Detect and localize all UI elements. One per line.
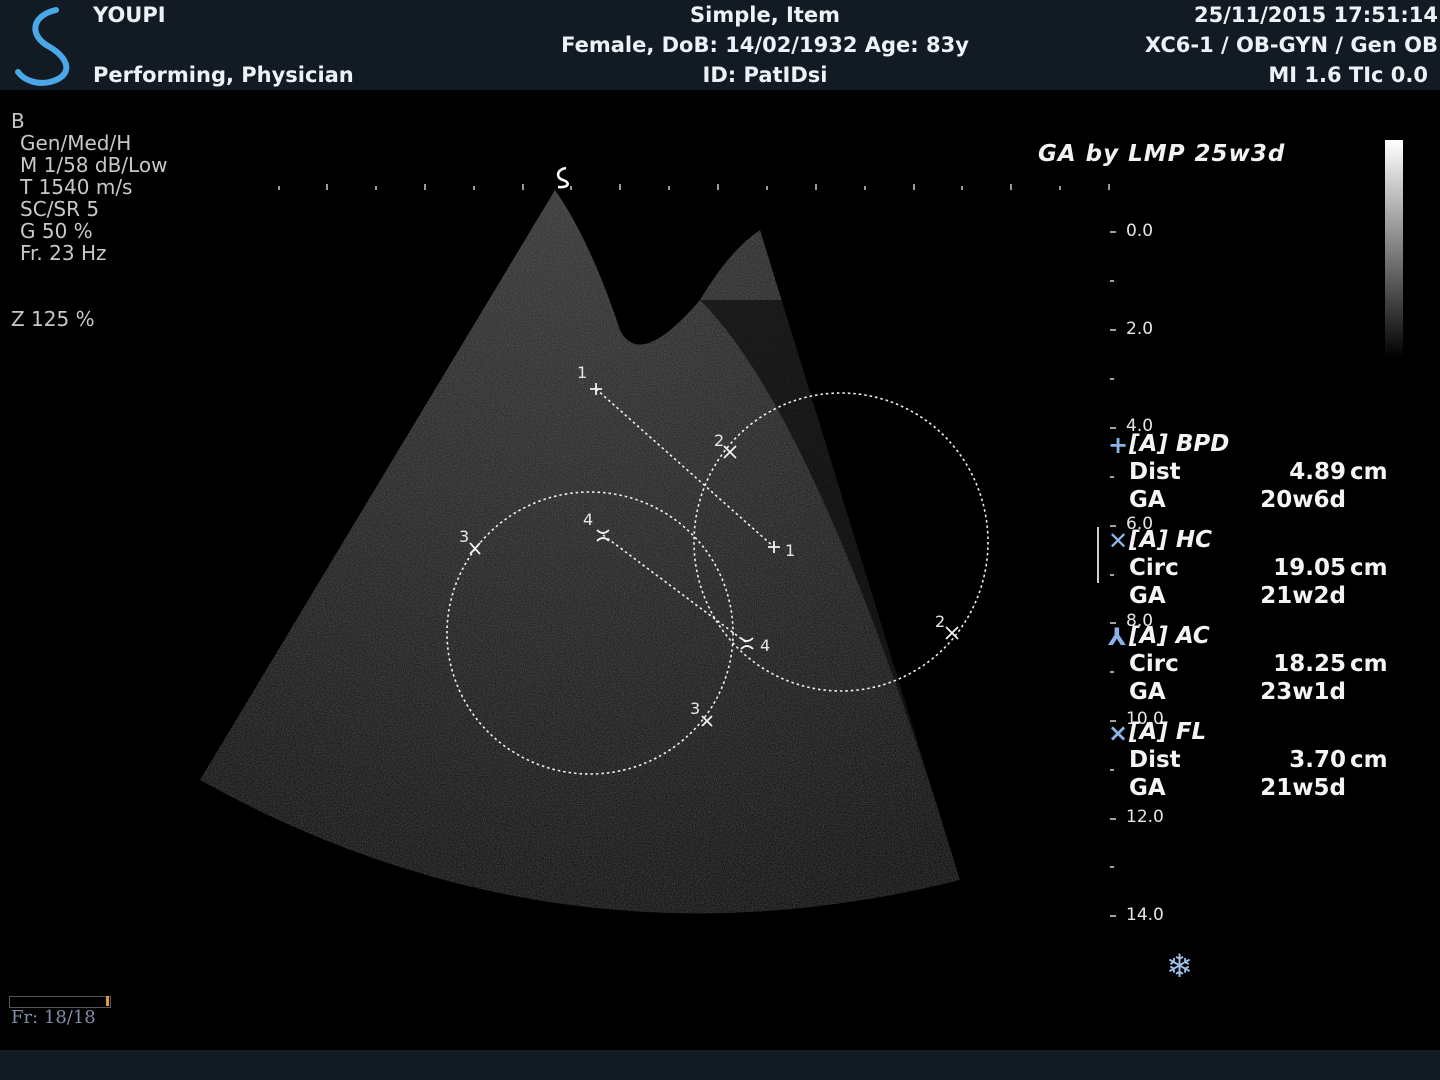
measurement-key: Dist [1129,459,1181,485]
x-cursor-icon: ✕ [1108,527,1129,555]
bpd-caliper-label: 1 [577,363,587,382]
orientation-marker-icon [556,166,569,189]
depth-ruler [1110,231,1116,917]
zoom-level: Z 125 % [11,307,95,331]
measurement-value: 19.05 [1273,555,1346,581]
measurement-title: [A] AC [1129,623,1210,649]
frame-rate: Fr. 23 Hz [20,241,107,265]
measurement-key: GA [1129,775,1166,801]
measurement-key: GA [1129,487,1166,513]
depth-label: 14.0 [1126,905,1164,925]
measurement-key: Circ [1129,555,1179,581]
measurement-key: Dist [1129,747,1181,773]
measurement-key: GA [1129,583,1166,609]
lateral-ruler [278,184,1110,190]
measurement-unit: cm [1350,747,1388,773]
sound-speed: T 1540 m/s [20,175,133,199]
footer-bar [0,1050,1440,1080]
hc-caliper-label: 2 [935,612,945,631]
measurement-title: [A] FL [1129,719,1207,745]
fl-caliper-label: 4 [760,636,770,655]
grayscale-bar [1385,140,1403,358]
measurement-value: 20w6d [1260,487,1346,513]
measurement-value: 3.70 [1289,747,1346,773]
hourglass-cursor-icon: ⨯ [1108,719,1129,747]
ga-by-lmp: GA by LMP 25w3d [1038,141,1286,167]
measurement-value: 18.25 [1273,651,1346,677]
bpd-caliper-label: 1 [785,541,795,560]
active-measurement-indicator [1097,527,1099,583]
measurement-unit: cm [1350,555,1388,581]
plus-cursor-icon: + [1108,431,1129,459]
hc-caliper-label: 2 [714,431,724,450]
gain: G 50 % [20,219,93,243]
measurement-unit: cm [1350,651,1388,677]
cine-position-marker[interactable] [106,996,109,1006]
measurement-value: 4.89 [1289,459,1346,485]
frame-counter: Fr: 18/18 [11,1007,96,1028]
map-dynamic-range: M 1/58 dB/Low [20,153,168,177]
measurement-key: Circ [1129,651,1179,677]
measurement-value: 21w5d [1260,775,1346,801]
snowflake-freeze-icon[interactable]: ❄ [1166,947,1193,985]
scan-compound: SC/SR 5 [20,197,100,221]
measurement-title: [A] HC [1129,527,1212,553]
depth-label: 0.0 [1126,221,1154,241]
measurement-value: 21w2d [1260,583,1346,609]
measurement-value: 23w1d [1260,679,1346,705]
ac-caliper-label: 3 [690,699,700,718]
preset-line: Gen/Med/H [20,131,132,155]
measurement-unit: cm [1350,459,1388,485]
measurement-title: [A] BPD [1129,431,1230,457]
measurement-key: GA [1129,679,1166,705]
fl-caliper-label: 4 [583,510,593,529]
y-cursor-icon: ⅄ [1108,623,1127,651]
imaging-mode: B [11,109,25,133]
depth-label: 2.0 [1126,319,1154,339]
ac-caliper-label: 3 [459,527,469,546]
depth-label: 12.0 [1126,807,1164,827]
